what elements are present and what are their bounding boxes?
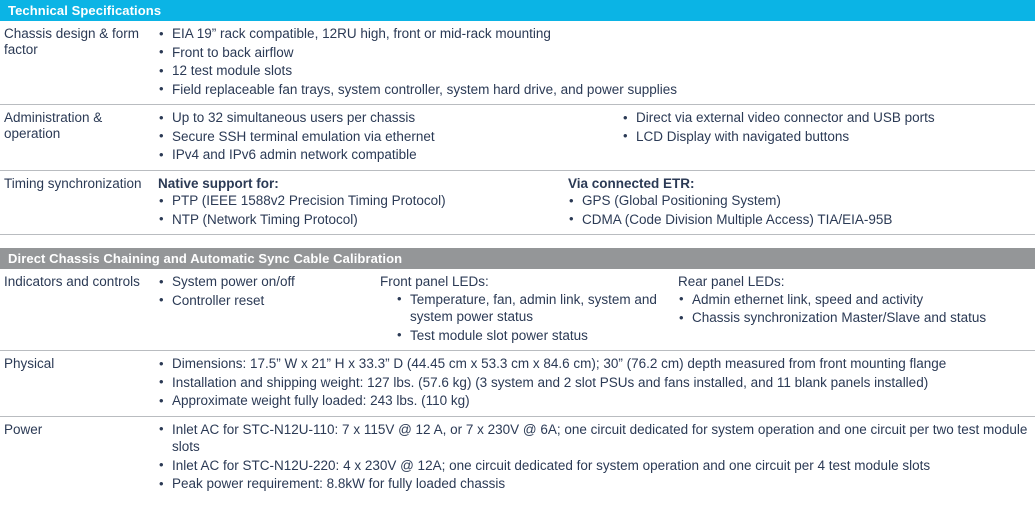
column-subheading: Rear panel LEDs: — [678, 274, 785, 289]
list-item: Field replaceable fan trays, system cont… — [158, 80, 1035, 99]
spec-row-power: Power Inlet AC for STC-N12U-110: 7 x 115… — [0, 417, 1035, 499]
list-item: PTP (IEEE 1588v2 Precision Timing Protoc… — [158, 192, 560, 210]
bullet-list: Inlet AC for STC-N12U-110: 7 x 115V @ 12… — [158, 420, 1035, 493]
spec-column: Front panel LEDs: Temperature, fan, admi… — [380, 273, 670, 345]
spec-row-timing-synchronization: Timing synchronization Native support fo… — [0, 171, 1035, 235]
spec-column: Dimensions: 17.5” W x 21” H x 33.3” D (4… — [150, 355, 1035, 411]
spec-label-physical: Physical — [4, 356, 55, 371]
list-item: CDMA (Code Division Multiple Access) TIA… — [568, 210, 1000, 229]
spec-label-indicators-controls: Indicators and controls — [4, 274, 140, 289]
bullet-list: PTP (IEEE 1588v2 Precision Timing Protoc… — [158, 192, 560, 228]
spec-column: Inlet AC for STC-N12U-110: 7 x 115V @ 12… — [150, 420, 1035, 494]
technical-specifications-sheet: Technical Specifications Chassis design … — [0, 0, 1035, 532]
spec-row-administration-operation: Administration & operation Up to 32 simu… — [0, 105, 1035, 171]
spec-row-indicators-controls: Indicators and controls System power on/… — [0, 269, 1035, 351]
bullet-list: Up to 32 simultaneous users per chassis … — [158, 109, 590, 164]
bullet-list: GPS (Global Positioning System) CDMA (Co… — [568, 192, 1000, 228]
section-header-technical-specifications: Technical Specifications — [0, 0, 1035, 21]
list-item: Approximate weight fully loaded: 243 lbs… — [158, 392, 1035, 410]
list-item: Admin ethernet link, speed and activity — [678, 290, 1035, 309]
list-item: Secure SSH terminal emulation via ethern… — [158, 127, 590, 146]
list-item: EIA 19” rack compatible, 12RU high, fron… — [158, 25, 1035, 43]
bullet-list: Admin ethernet link, speed and activity … — [678, 290, 1035, 327]
list-item: Direct via external video connector and … — [622, 109, 990, 127]
spec-column: Rear panel LEDs: Admin ethernet link, sp… — [670, 273, 1035, 328]
list-item: Front to back airflow — [158, 43, 1035, 62]
section-header-direct-chassis-chaining: Direct Chassis Chaining and Automatic Sy… — [0, 248, 1035, 269]
list-item: IPv4 and IPv6 admin network compatible — [158, 146, 590, 164]
list-item: NTP (Network Timing Protocol) — [158, 210, 560, 229]
list-item: Chassis synchronization Master/Slave and… — [678, 309, 1035, 327]
list-item: Installation and shipping weight: 127 lb… — [158, 373, 1035, 392]
list-item: Up to 32 simultaneous users per chassis — [158, 109, 590, 127]
spec-body-chassis-design: EIA 19” rack compatible, 12RU high, fron… — [150, 25, 1035, 99]
spec-body-indicators-controls: System power on/off Controller reset Fro… — [150, 273, 1035, 345]
column-subheading: Via connected ETR: — [568, 175, 695, 191]
bullet-list: System power on/off Controller reset — [158, 273, 380, 309]
column-subheading: Front panel LEDs: — [380, 274, 489, 289]
bullet-list: Direct via external video connector and … — [622, 109, 990, 145]
list-item: Inlet AC for STC-N12U-220: 4 x 230V @ 12… — [158, 456, 1035, 475]
spec-label-chassis-design: Chassis design & form factor — [4, 26, 140, 57]
list-item: Peak power requirement: 8.8kW for fully … — [158, 475, 1035, 493]
column-subheading: Native support for: — [158, 175, 279, 191]
spec-body-power: Inlet AC for STC-N12U-110: 7 x 115V @ 12… — [150, 420, 1035, 494]
spec-label-timing-synchronization: Timing synchronization — [4, 175, 142, 191]
bullet-list: Dimensions: 17.5” W x 21” H x 33.3” D (4… — [158, 355, 1035, 410]
spec-row-physical: Physical Dimensions: 17.5” W x 21” H x 3… — [0, 351, 1035, 417]
spec-row-chassis-design: Chassis design & form factor EIA 19” rac… — [0, 21, 1035, 105]
list-item: Test module slot power status — [396, 326, 670, 345]
bullet-list: EIA 19” rack compatible, 12RU high, fron… — [158, 25, 1035, 98]
spec-column: Up to 32 simultaneous users per chassis … — [150, 109, 590, 165]
list-item: LCD Display with navigated buttons — [622, 127, 990, 146]
spec-column: System power on/off Controller reset — [150, 273, 380, 310]
list-item: Temperature, fan, admin link, system and… — [396, 290, 670, 326]
spec-body-timing-synchronization: Native support for: PTP (IEEE 1588v2 Pre… — [150, 175, 1035, 230]
spec-column: EIA 19” rack compatible, 12RU high, fron… — [150, 25, 1035, 99]
spec-body-administration-operation: Up to 32 simultaneous users per chassis … — [150, 109, 1035, 165]
list-item: 12 test module slots — [158, 62, 1035, 80]
list-item: System power on/off — [158, 273, 380, 291]
bullet-list: Temperature, fan, admin link, system and… — [380, 290, 670, 345]
spec-label-power: Power — [4, 421, 43, 437]
spec-column: Direct via external video connector and … — [590, 109, 990, 146]
spec-column: Via connected ETR: GPS (Global Positioni… — [560, 175, 1000, 230]
spec-label-administration-operation: Administration & operation — [4, 110, 103, 141]
list-item: Controller reset — [158, 291, 380, 310]
list-item: GPS (Global Positioning System) — [568, 192, 1000, 210]
list-item: Dimensions: 17.5” W x 21” H x 33.3” D (4… — [158, 355, 1035, 373]
spec-column: Native support for: PTP (IEEE 1588v2 Pre… — [150, 175, 560, 230]
spec-body-physical: Dimensions: 17.5” W x 21” H x 33.3” D (4… — [150, 355, 1035, 411]
list-item: Inlet AC for STC-N12U-110: 7 x 115V @ 12… — [158, 420, 1035, 456]
